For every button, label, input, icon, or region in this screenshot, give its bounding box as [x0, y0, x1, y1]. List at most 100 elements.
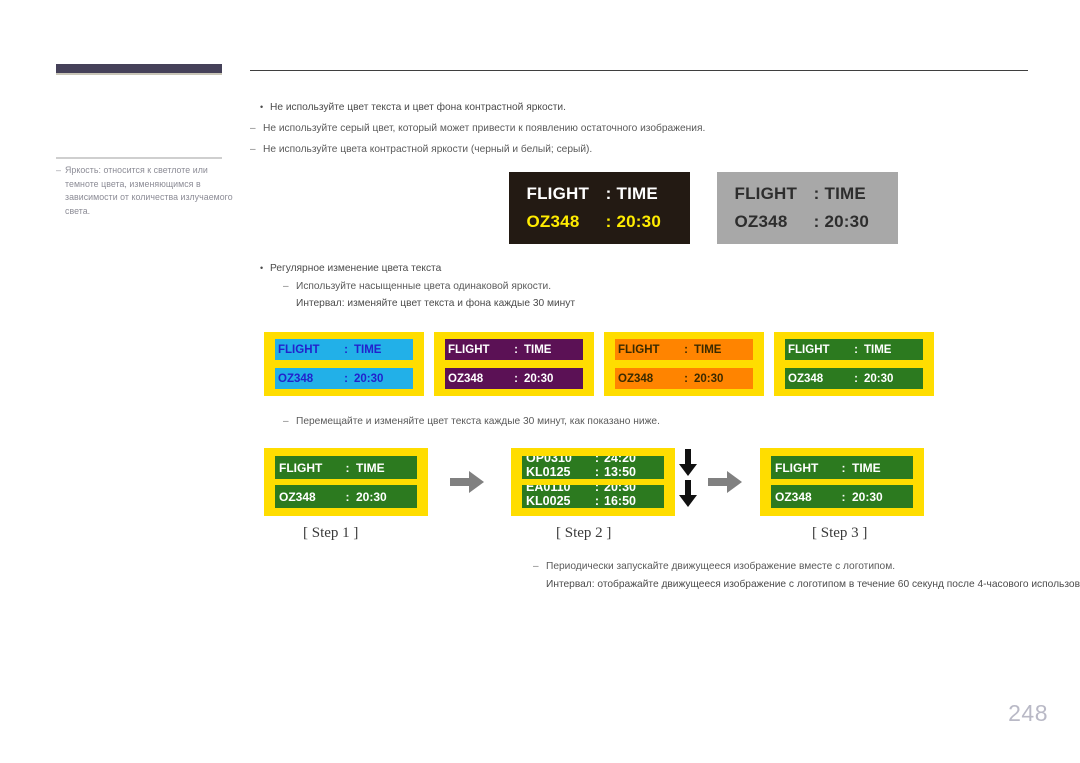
colon-separator: :: [854, 343, 858, 356]
colon-separator: :: [841, 460, 846, 475]
colon-separator: :: [605, 212, 612, 231]
arrow-down-icon: [679, 449, 697, 476]
swatch-cyan: FLIGHT : TIME OZ348 : 20:30: [264, 332, 424, 396]
flight-label: FLIGHT: [734, 184, 798, 203]
dash-icon: –: [533, 561, 539, 572]
step-header-row: FLIGHT : TIME: [771, 456, 913, 479]
bullet-no-bw-gray: – Не используйте цвета контрастной яркос…: [250, 142, 592, 157]
bullet-text: Не используйте серый цвет, который может…: [263, 123, 706, 134]
scroll-line: KL0125 : 13:50: [522, 465, 664, 479]
time-label: TIME: [616, 184, 658, 203]
flight-code: EA0110: [526, 485, 571, 494]
swatch-header-row: FLIGHT : TIME: [445, 339, 583, 360]
time-label: TIME: [694, 343, 722, 356]
step-header-row: FLIGHT : TIME: [275, 456, 417, 479]
step-3-caption: [ Step 3 ]: [812, 525, 868, 541]
sidebar-divider: [56, 157, 222, 159]
flight-time: 20:30: [356, 489, 387, 504]
scroll-content: OP0310 : 24:20 KL0125 : 13:50: [522, 456, 664, 479]
flight-time: 20:30: [824, 212, 869, 231]
flight-code: OZ348: [775, 489, 812, 504]
step-1-panel: FLIGHT : TIME OZ348 : 20:30: [264, 448, 428, 516]
flight-code: OP0310: [526, 456, 572, 465]
colon-separator: :: [594, 494, 600, 508]
dash-icon: –: [283, 416, 289, 427]
flight-time: 20:30: [864, 372, 894, 385]
flight-code: OZ348: [278, 372, 314, 385]
swatch-value-row: OZ348 : 20:30: [445, 368, 583, 389]
flight-time: 16:50: [604, 494, 636, 508]
swatch-value-row: OZ348 : 20:30: [615, 368, 753, 389]
swatch-purple: FLIGHT : TIME OZ348 : 20:30: [434, 332, 594, 396]
colon-separator: :: [684, 343, 688, 356]
panel-header-row: FLIGHT : TIME: [509, 184, 690, 204]
colon-separator: :: [594, 485, 600, 494]
colon-separator: :: [344, 343, 348, 356]
time-label: TIME: [354, 343, 382, 356]
swatch-header-row: FLIGHT : TIME: [615, 339, 753, 360]
flight-code: OZ348: [448, 372, 484, 385]
flight-time: 20:30: [604, 485, 636, 494]
flight-code: OZ348: [734, 212, 788, 231]
scroll-content: EA0110 : 20:30 KL0025 : 16:50: [522, 485, 664, 508]
chapter-title-bar: [56, 64, 222, 75]
scroll-line: OP0310 : 24:20: [522, 456, 664, 465]
bullet-interval-30min: Интервал: изменяйте цвет текста и фона к…: [296, 296, 575, 311]
note-dash-icon: –: [56, 165, 62, 175]
colon-separator: :: [514, 343, 518, 356]
dash-icon: –: [283, 281, 289, 292]
swatch-value-row: OZ348 : 20:30: [785, 368, 923, 389]
colon-separator: :: [684, 372, 688, 385]
flight-label: FLIGHT: [279, 460, 323, 475]
flight-label: FLIGHT: [526, 184, 590, 203]
swatch-header-row: FLIGHT : TIME: [275, 339, 413, 360]
dash-icon: –: [250, 144, 256, 155]
swatch-orange: FLIGHT : TIME OZ348 : 20:30: [604, 332, 764, 396]
arrow-right-icon: [708, 471, 742, 493]
scroll-line: EA0110 : 20:30: [522, 485, 664, 494]
colon-separator: :: [344, 372, 348, 385]
flight-time: 20:30: [354, 372, 384, 385]
bullet-dot-icon: •: [260, 263, 264, 273]
colon-separator: :: [594, 456, 600, 465]
bullet-interval-60sec: Интервал: отображайте движущееся изображ…: [546, 577, 1080, 592]
colon-separator: :: [594, 465, 600, 479]
left-sidebar: – Яркость: относится к светлоте или темн…: [0, 0, 240, 763]
swatch-value-row: OZ348 : 20:30: [275, 368, 413, 389]
gray-contrast-example-panel: FLIGHT : TIME OZ348 : 20:30: [717, 172, 898, 244]
panel-header-row: FLIGHT : TIME: [717, 184, 898, 204]
flight-code: OZ348: [279, 489, 316, 504]
page-number: 248: [1008, 700, 1048, 726]
bullet-text: Перемещайте и изменяйте цвет текста кажд…: [296, 416, 660, 427]
colon-separator: :: [514, 372, 518, 385]
bullet-no-gray: – Не используйте серый цвет, который мож…: [250, 121, 705, 136]
step-value-row: OZ348 : 20:30: [771, 485, 913, 508]
dash-icon: –: [250, 123, 256, 134]
flight-time: 20:30: [852, 489, 883, 504]
panel-value-row: OZ348 : 20:30: [509, 212, 690, 232]
flight-time: 20:30: [616, 212, 661, 231]
bullet-text: Периодически запускайте движущееся изобр…: [546, 561, 896, 572]
colon-separator: :: [841, 489, 846, 504]
sidebar-note: – Яркость: относится к светлоте или темн…: [56, 164, 234, 218]
bullet-regular-color-change: • Регулярное изменение цвета текста: [260, 261, 441, 276]
flight-code: OZ348: [788, 372, 824, 385]
arrow-right-icon: [450, 471, 484, 493]
flight-time: 20:30: [524, 372, 554, 385]
flight-code: KL0125: [526, 465, 571, 479]
time-label: TIME: [824, 184, 866, 203]
bullet-text: Интервал: отображайте движущееся изображ…: [546, 579, 1080, 590]
flight-time: 20:30: [694, 372, 724, 385]
flight-code: OZ348: [526, 212, 580, 231]
colon-separator: :: [813, 212, 820, 231]
flight-code: OZ348: [618, 372, 654, 385]
flight-label: FLIGHT: [788, 343, 830, 356]
header-rule: [250, 70, 1028, 71]
colon-separator: :: [813, 184, 820, 203]
step-2-panel: OP0310 : 24:20 KL0125 : 13:50 EA0110 : 2…: [511, 448, 675, 516]
flight-label: FLIGHT: [775, 460, 819, 475]
note-text: Яркость: относится к светлоте или темнот…: [65, 165, 233, 216]
step-scroll-row-top: OP0310 : 24:20 KL0125 : 13:50: [522, 456, 664, 479]
bullet-dot-icon: •: [260, 102, 264, 112]
flight-time: 24:20: [604, 456, 636, 465]
